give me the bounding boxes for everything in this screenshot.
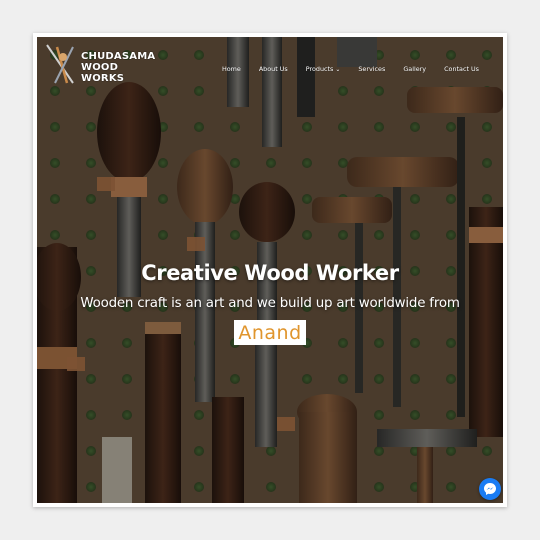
nav-gallery[interactable]: Gallery bbox=[403, 65, 426, 73]
hero-banner: CHUDASAMA WOOD WORKS Home About Us Produ… bbox=[37, 37, 503, 503]
messenger-chat-button[interactable] bbox=[479, 478, 501, 500]
hero-subtitle: Wooden craft is an art and we build up a… bbox=[80, 296, 460, 311]
nav-contact-us[interactable]: Contact Us bbox=[444, 65, 479, 73]
brand-name: CHUDASAMA WOOD WORKS bbox=[81, 51, 155, 84]
hero-frame: CHUDASAMA WOOD WORKS Home About Us Produ… bbox=[33, 33, 507, 507]
nav-home[interactable]: Home bbox=[222, 65, 241, 73]
logo-tools-icon bbox=[46, 44, 74, 84]
main-navigation: Home About Us Products ⌄ Services Galler… bbox=[222, 62, 495, 76]
site-logo[interactable]: CHUDASAMA WOOD WORKS bbox=[43, 43, 155, 85]
brand-line-2: WOOD WORKS bbox=[81, 62, 125, 84]
nav-services[interactable]: Services bbox=[358, 65, 385, 73]
brand-line-1: CHUDASAMA bbox=[81, 51, 156, 62]
nav-products-label: Products bbox=[305, 65, 334, 73]
hero-highlight-row: Anand bbox=[37, 320, 503, 345]
hero-highlight-location: Anand bbox=[234, 320, 306, 345]
messenger-icon bbox=[484, 483, 496, 495]
nav-products[interactable]: Products ⌄ bbox=[306, 65, 341, 73]
chevron-down-icon: ⌄ bbox=[335, 65, 341, 73]
hero-title: Creative Wood Worker bbox=[141, 261, 399, 285]
nav-about-us[interactable]: About Us bbox=[259, 65, 288, 73]
